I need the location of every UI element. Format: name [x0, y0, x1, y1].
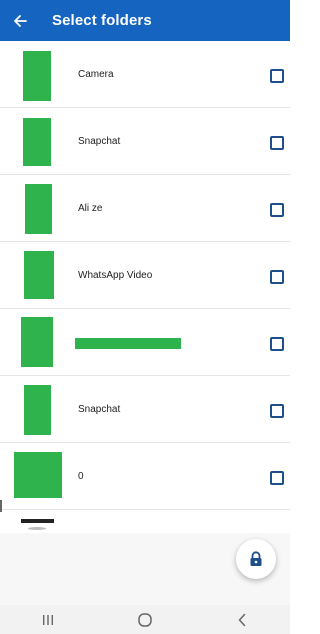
arrow-back-icon [14, 14, 27, 27]
app-bar: Select folders [0, 0, 290, 41]
folder-row[interactable]: Snapchat [0, 108, 290, 175]
folder-checkbox[interactable] [270, 136, 284, 150]
folder-thumbnail [24, 251, 54, 299]
lock-icon [250, 551, 262, 566]
folder-row[interactable]: Ali ze [0, 175, 290, 242]
folder-thumbnail [24, 385, 51, 435]
folder-checkbox[interactable] [270, 471, 284, 485]
folder-row[interactable] [0, 309, 290, 376]
recent-apps-icon [43, 614, 54, 625]
lock-button[interactable] [236, 539, 276, 579]
folder-row[interactable]: Camera [0, 41, 290, 108]
folder-name: 0 [78, 470, 84, 482]
folder-row[interactable]: Snapchat [0, 376, 290, 443]
page-title: Select folders [52, 12, 152, 29]
folder-checkbox[interactable] [270, 270, 284, 284]
folder-thumbnail [23, 51, 51, 101]
system-nav-bar [0, 605, 290, 634]
folder-name: Snapchat [78, 135, 121, 147]
home-button[interactable] [125, 605, 165, 634]
folder-checkbox[interactable] [270, 203, 284, 217]
folder-thumbnail [21, 519, 54, 523]
redacted-folder-name [75, 338, 181, 349]
folder-name: WhatsApp Video [78, 269, 153, 281]
folder-thumbnail-detail [28, 527, 46, 530]
folder-thumbnail [25, 184, 52, 234]
edge-indicator [0, 500, 2, 512]
folder-checkbox[interactable] [270, 337, 284, 351]
home-icon [138, 612, 152, 627]
folder-checkbox[interactable] [270, 404, 284, 418]
folder-name: Ali ze [78, 202, 103, 214]
nav-back-button[interactable] [222, 605, 262, 634]
folder-thumbnail [23, 118, 51, 166]
folder-name: Snapchat [78, 403, 121, 415]
select-folders-screen: Select folders Camera Snapchat Ali ze Wh… [0, 0, 290, 634]
back-button[interactable] [0, 0, 40, 41]
folder-row[interactable]: 0 [0, 443, 290, 510]
back-chevron-icon [238, 613, 245, 626]
folder-thumbnail [14, 452, 62, 498]
folder-row[interactable]: WhatsApp Video [0, 242, 290, 309]
folder-row[interactable] [0, 510, 290, 533]
folder-name: Camera [78, 68, 114, 80]
folder-list[interactable]: Camera Snapchat Ali ze WhatsApp Video Sn… [0, 41, 290, 533]
folder-checkbox[interactable] [270, 69, 284, 83]
folder-thumbnail [21, 317, 53, 367]
recent-apps-button[interactable] [28, 605, 68, 634]
